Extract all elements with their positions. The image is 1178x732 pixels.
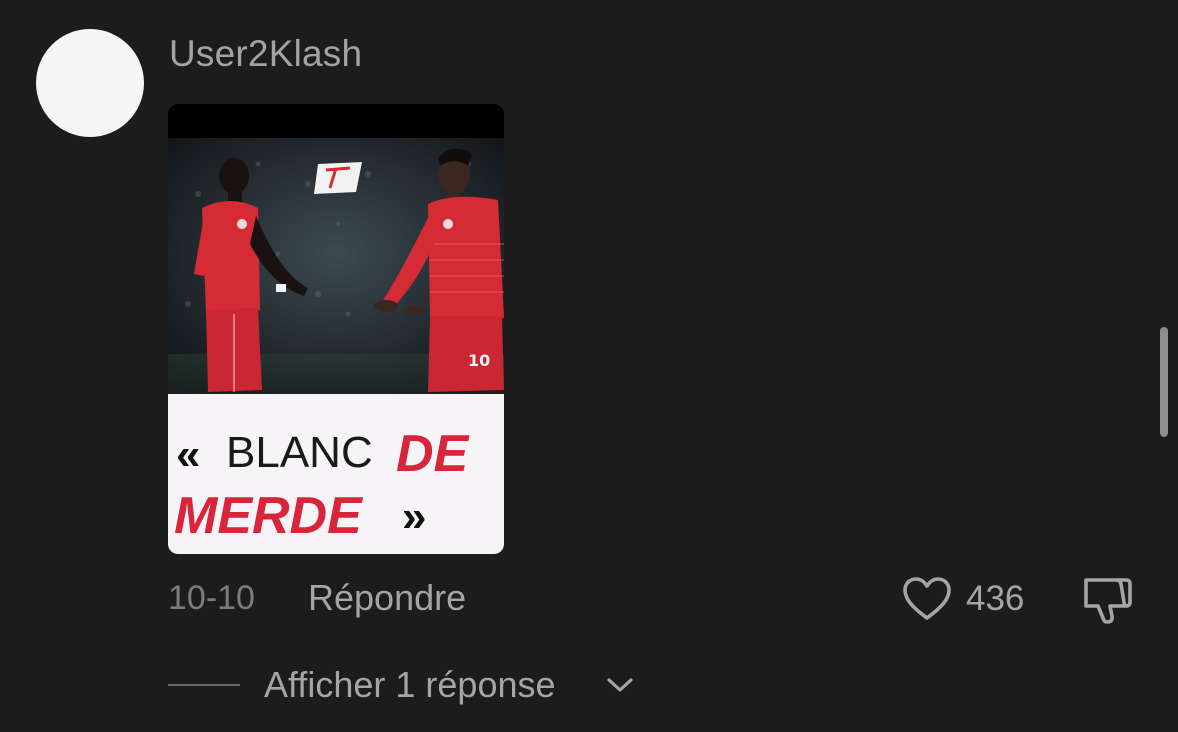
caption-word-blanc: BLANC <box>226 428 373 477</box>
comment-screen: User2Klash 10 « BLANC DE MERDE » 10-10 R… <box>0 0 1178 732</box>
like-count: 436 <box>966 579 1025 618</box>
heart-icon[interactable] <box>902 576 952 622</box>
comment-image[interactable]: 10 « BLANC DE MERDE » <box>168 104 504 554</box>
caption-word-merde: MERDE <box>174 487 362 545</box>
thumbs-down-icon[interactable] <box>1080 574 1134 626</box>
chevron-down-icon[interactable] <box>606 674 634 696</box>
caption-word-de: DE <box>396 425 469 483</box>
avatar[interactable] <box>36 29 144 137</box>
comment-username[interactable]: User2Klash <box>169 33 362 75</box>
svg-text:10: 10 <box>468 351 490 370</box>
broadcaster-logo <box>314 162 362 194</box>
caption-quote-open: « <box>176 430 201 479</box>
show-replies-button[interactable]: Afficher 1 réponse <box>264 664 556 706</box>
reply-button[interactable]: Répondre <box>308 577 466 619</box>
comment-date: 10-10 <box>168 579 255 617</box>
caption-quote-close: » <box>402 492 427 541</box>
football-photo: 10 <box>168 104 504 394</box>
scrollbar[interactable] <box>1160 327 1168 437</box>
image-caption: « BLANC DE MERDE » <box>168 394 504 554</box>
replies-divider <box>168 684 240 686</box>
